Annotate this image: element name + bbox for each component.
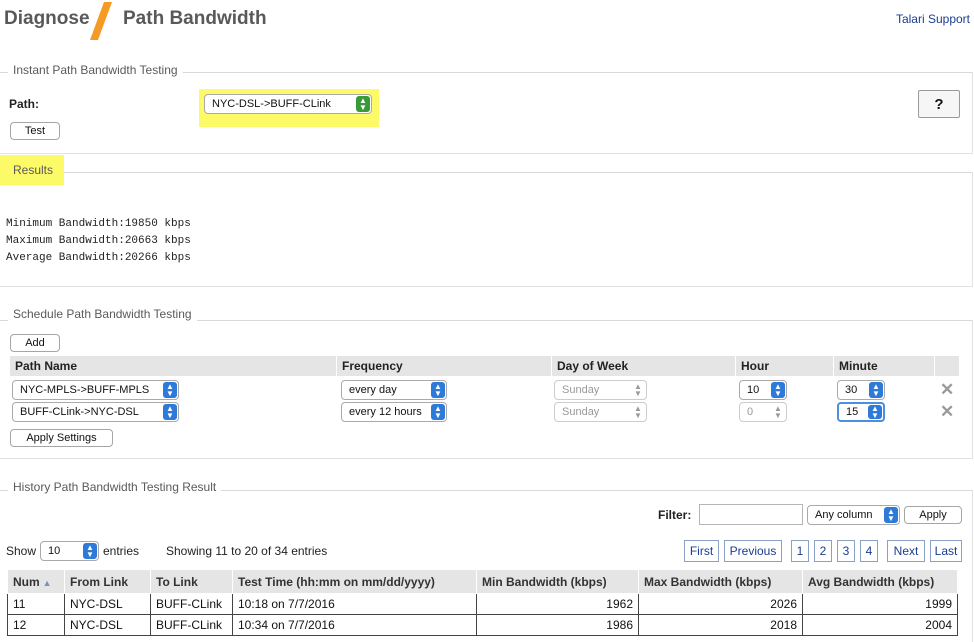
chevron-updown-icon: ▲ ▼ bbox=[163, 404, 177, 420]
column-header-hour: Hour bbox=[736, 356, 833, 376]
cell-to-link: BUFF-CLink bbox=[150, 614, 233, 636]
cell-test-time: 10:18 on 7/7/2016 bbox=[232, 593, 477, 615]
show-label: Show bbox=[6, 544, 37, 558]
column-header-min-bandwidth[interactable]: Min Bandwidth (kbps) bbox=[476, 569, 639, 594]
cell-num: 12 bbox=[7, 614, 65, 636]
help-button[interactable]: ? bbox=[918, 90, 960, 118]
add-schedule-button[interactable]: Add bbox=[10, 334, 60, 352]
page-title: Path Bandwidth bbox=[123, 8, 267, 29]
schedule-hour-select[interactable]: 10 ▲ ▼ bbox=[739, 380, 787, 400]
breadcrumb-section: Diagnose bbox=[4, 8, 90, 29]
column-header-day-of-week: Day of Week bbox=[552, 356, 735, 376]
chevron-updown-icon: ▲ ▼ bbox=[774, 404, 782, 420]
schedule-minute-select[interactable]: 15 ▲ ▼ bbox=[837, 402, 885, 422]
column-header-from-link[interactable]: From Link bbox=[64, 569, 151, 594]
column-header-test-time[interactable]: Test Time (hh:mm on mm/dd/yyyy) bbox=[232, 569, 477, 594]
entries-label: entries bbox=[103, 544, 140, 558]
results-avg-line: Average Bandwidth:20266 kbps bbox=[6, 252, 191, 264]
column-header-to-link[interactable]: To Link bbox=[150, 569, 233, 594]
chevron-updown-icon: ▲ ▼ bbox=[431, 404, 445, 420]
instant-testing-legend: Instant Path Bandwidth Testing bbox=[8, 63, 183, 77]
pagination-page-4[interactable]: 4 bbox=[860, 540, 878, 562]
cell-max-bandwidth: 2026 bbox=[638, 593, 803, 615]
breadcrumb-separator-icon bbox=[90, 2, 112, 40]
path-label: Path: bbox=[9, 97, 39, 111]
schedule-minute-select[interactable]: 30 ▲ ▼ bbox=[837, 380, 885, 400]
pagination-previous[interactable]: Previous bbox=[724, 540, 782, 562]
results-min-line: Minimum Bandwidth:19850 kbps bbox=[6, 218, 191, 230]
schedule-path-select[interactable]: BUFF-CLink->NYC-DSL ▲ ▼ bbox=[12, 402, 179, 422]
cell-test-time: 10:34 on 7/7/2016 bbox=[232, 614, 477, 636]
column-header-num[interactable]: Num ▲ bbox=[7, 569, 65, 594]
cell-max-bandwidth: 2018 bbox=[638, 614, 803, 636]
chevron-updown-icon: ▲ ▼ bbox=[771, 382, 785, 398]
cell-min-bandwidth: 1986 bbox=[476, 614, 639, 636]
column-header-max-bandwidth[interactable]: Max Bandwidth (kbps) bbox=[638, 569, 803, 594]
pagination-page-2[interactable]: 2 bbox=[814, 540, 832, 562]
pagination-page-3[interactable]: 3 bbox=[837, 540, 855, 562]
table-row: 12 NYC-DSL BUFF-CLink 10:34 on 7/7/2016 … bbox=[7, 614, 958, 636]
schedule-path-select[interactable]: NYC-MPLS->BUFF-MPLS ▲ ▼ bbox=[12, 380, 179, 400]
pagination-last[interactable]: Last bbox=[930, 540, 962, 562]
table-header-row: Num ▲ From Link To Link Test Time (hh:mm … bbox=[7, 569, 958, 594]
cell-min-bandwidth: 1962 bbox=[476, 593, 639, 615]
filter-input[interactable] bbox=[699, 504, 803, 525]
showing-info: Showing 11 to 20 of 34 entries bbox=[166, 544, 328, 558]
schedule-hour-select[interactable]: 0 ▲ ▼ bbox=[739, 402, 787, 422]
cell-from-link: NYC-DSL bbox=[64, 593, 151, 615]
page-size-select[interactable]: 10 ▲ ▼ bbox=[40, 541, 99, 561]
column-header-actions bbox=[935, 356, 959, 376]
history-legend: History Path Bandwidth Testing Result bbox=[8, 480, 222, 494]
cell-to-link: BUFF-CLink bbox=[150, 593, 233, 615]
results-max-line: Maximum Bandwidth:20663 kbps bbox=[6, 235, 191, 247]
test-button[interactable]: Test bbox=[10, 122, 60, 140]
delete-schedule-icon[interactable]: ✕ bbox=[940, 403, 954, 420]
schedule-frequency-select[interactable]: every 12 hours ▲ ▼ bbox=[341, 402, 447, 422]
chevron-updown-icon: ▲ ▼ bbox=[869, 382, 883, 398]
apply-settings-button[interactable]: Apply Settings bbox=[10, 429, 113, 447]
cell-avg-bandwidth: 2004 bbox=[802, 614, 958, 636]
chevron-updown-icon: ▲ ▼ bbox=[634, 404, 642, 420]
chevron-updown-icon: ▲ ▼ bbox=[884, 507, 898, 523]
results-legend: Results bbox=[13, 163, 54, 177]
history-table: Num ▲ From Link To Link Test Time (hh:mm … bbox=[7, 569, 958, 636]
instant-testing-section bbox=[0, 72, 973, 154]
chevron-updown-icon: ▲ ▼ bbox=[163, 382, 177, 398]
filter-apply-button[interactable]: Apply bbox=[904, 506, 962, 524]
column-header-minute: Minute bbox=[834, 356, 934, 376]
column-header-path-name: Path Name bbox=[10, 356, 336, 376]
filter-column-select[interactable]: Any column ▲ ▼ bbox=[807, 505, 900, 525]
chevron-updown-icon: ▲ ▼ bbox=[634, 382, 642, 398]
path-select-value: NYC-DSL->BUFF-CLink bbox=[212, 98, 331, 110]
chevron-updown-icon: ▲ ▼ bbox=[83, 543, 97, 559]
schedule-day-select[interactable]: Sunday ▲ ▼ bbox=[554, 380, 647, 400]
delete-schedule-icon[interactable]: ✕ bbox=[940, 381, 954, 398]
filter-label: Filter: bbox=[658, 508, 692, 522]
column-header-avg-bandwidth[interactable]: Avg Bandwidth (kbps) bbox=[802, 569, 958, 594]
table-row: 11 NYC-DSL BUFF-CLink 10:18 on 7/7/2016 … bbox=[7, 593, 958, 615]
pagination-first[interactable]: First bbox=[684, 540, 719, 562]
cell-avg-bandwidth: 1999 bbox=[802, 593, 958, 615]
pagination-next[interactable]: Next bbox=[887, 540, 925, 562]
chevron-updown-icon: ▲ ▼ bbox=[431, 382, 445, 398]
schedule-legend: Schedule Path Bandwidth Testing bbox=[8, 307, 197, 321]
cell-from-link: NYC-DSL bbox=[64, 614, 151, 636]
schedule-day-select[interactable]: Sunday ▲ ▼ bbox=[554, 402, 647, 422]
column-header-frequency: Frequency bbox=[337, 356, 551, 376]
pagination-page-1[interactable]: 1 bbox=[791, 540, 809, 562]
path-select[interactable]: NYC-DSL->BUFF-CLink ▲ ▼ bbox=[204, 94, 372, 114]
chevron-updown-icon: ▲ ▼ bbox=[868, 405, 882, 420]
cell-num: 11 bbox=[7, 593, 65, 615]
support-link[interactable]: Talari Support bbox=[896, 12, 970, 26]
chevron-updown-icon: ▲ ▼ bbox=[356, 96, 370, 112]
sort-ascending-icon: ▲ bbox=[42, 577, 52, 588]
schedule-frequency-select[interactable]: every day ▲ ▼ bbox=[341, 380, 447, 400]
